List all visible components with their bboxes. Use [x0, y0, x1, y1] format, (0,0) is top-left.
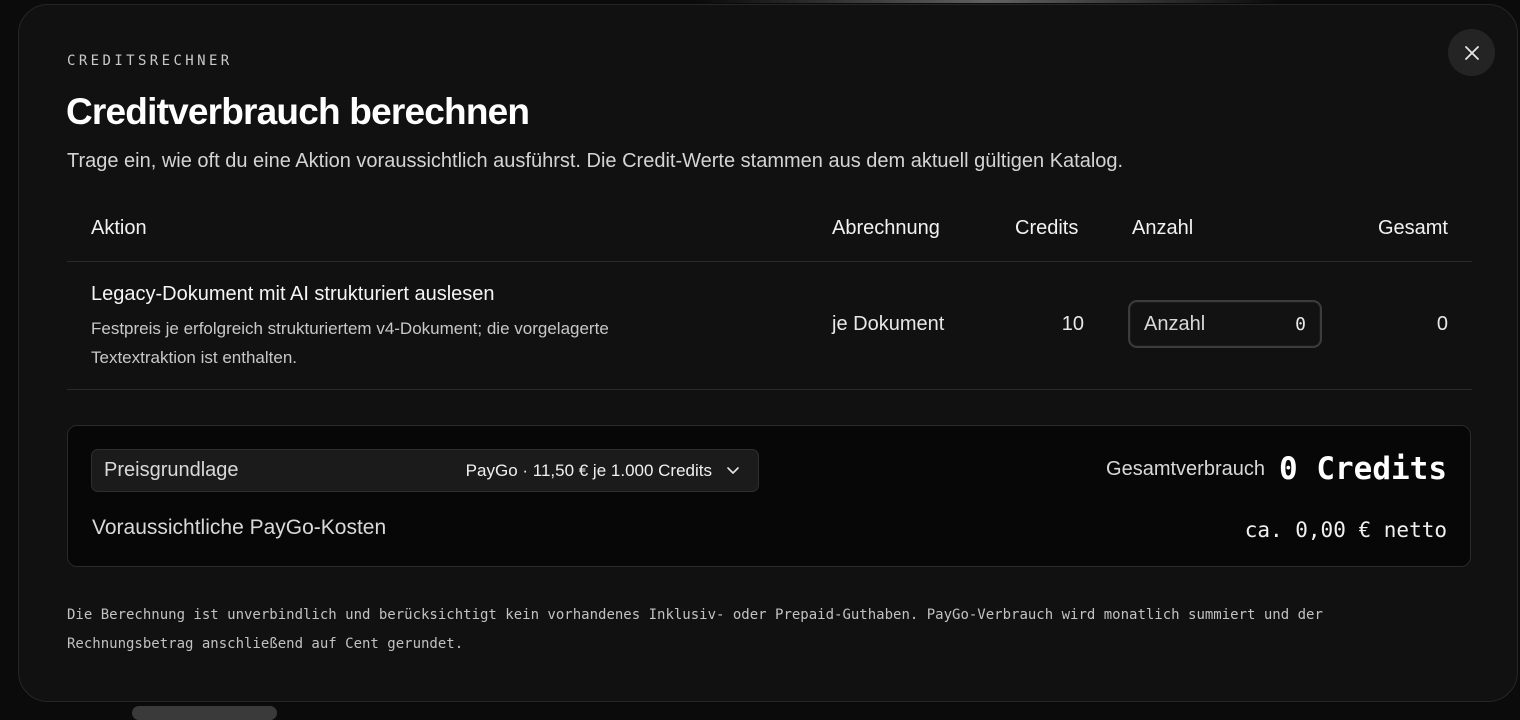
table-header: Aktion Abrechnung Credits Anzahl Gesamt	[67, 205, 1472, 262]
dialog-subtitle: Trage ein, wie oft du eine Aktion voraus…	[67, 150, 1124, 172]
credit-value: 10	[1061, 313, 1084, 335]
close-icon	[1464, 45, 1479, 60]
price-basis-select[interactable]: Preisgrundlage PayGo · 11,50 € je 1.000 …	[91, 449, 759, 492]
quantity-input[interactable]	[1246, 313, 1306, 335]
close-button[interactable]	[1448, 29, 1495, 76]
price-basis-value: PayGo · 11,50 € je 1.000 Credits	[465, 461, 712, 480]
quantity-label: Anzahl	[1144, 312, 1206, 335]
action-name: Legacy-Dokument mit AI strukturiert ausl…	[91, 283, 495, 305]
eyebrow-label: CREDITSRECHNER	[67, 53, 233, 69]
header-total: Gesamt	[1377, 217, 1448, 239]
backdrop-glow	[700, 0, 1280, 3]
table-row: Legacy-Dokument mit AI strukturiert ausl…	[67, 262, 1472, 390]
total-usage-label: Gesamtverbrauch	[1106, 458, 1265, 480]
actions-table: Aktion Abrechnung Credits Anzahl Gesamt …	[67, 205, 1472, 390]
dialog-title: Creditverbrauch berechnen	[66, 91, 530, 132]
credit-calculator-dialog: CREDITSRECHNER Creditverbrauch berechnen…	[18, 4, 1518, 702]
backdrop-element	[132, 706, 277, 720]
header-credits: Credits	[1015, 217, 1079, 239]
estimated-cost-label: Voraussichtliche PayGo-Kosten	[92, 516, 387, 539]
row-total: 0	[1436, 313, 1448, 335]
estimated-cost-value: ca. 0,00 € netto	[1244, 518, 1447, 542]
header-quantity: Anzahl	[1132, 217, 1194, 239]
quantity-field[interactable]: Anzahl	[1128, 300, 1322, 348]
total-usage-value: 0 Credits	[1279, 451, 1447, 487]
billing-unit: je Dokument	[832, 313, 945, 335]
header-billing: Abrechnung	[832, 217, 940, 239]
action-description: Festpreis je erfolgreich strukturiertem …	[91, 319, 609, 367]
summary-panel: Preisgrundlage PayGo · 11,50 € je 1.000 …	[67, 425, 1471, 567]
header-action: Aktion	[91, 217, 147, 239]
chevron-down-icon	[727, 467, 739, 474]
disclaimer-text: Die Berechnung ist unverbindlich und ber…	[67, 607, 1323, 652]
price-basis-label: Preisgrundlage	[104, 459, 239, 481]
